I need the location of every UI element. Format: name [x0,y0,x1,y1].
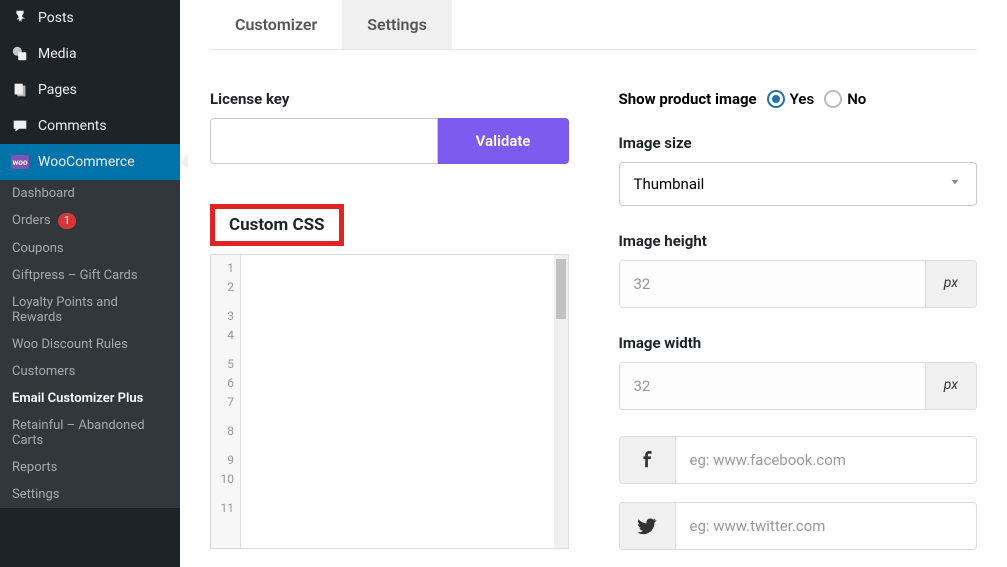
editor-scrollbar[interactable] [554,255,568,548]
radio-yes[interactable]: Yes [767,90,815,108]
tabs: Customizer Settings [210,0,977,50]
image-height-input-wrap: px [619,260,978,308]
tab-settings[interactable]: Settings [342,0,452,49]
image-height-input[interactable] [620,261,925,307]
sidebar-item-pages[interactable]: Pages [0,72,180,108]
radio-unchecked-icon [824,90,842,108]
show-product-image-label: Show product image [619,90,757,108]
image-size-label: Image size [619,134,978,152]
custom-css-highlight: Custom CSS [210,204,344,246]
image-height-label: Image height [619,232,978,250]
sidebar-sub-retainful[interactable]: Retainful – Abandoned Carts [0,412,180,454]
facebook-input-wrap [619,436,978,484]
license-key-label: License key [210,90,569,108]
media-icon [10,44,30,64]
orders-badge: 1 [58,213,76,229]
left-column: License key Validate Custom CSS 1 2 3 4 … [210,90,569,567]
sidebar-sub-orders[interactable]: Orders 1 [0,207,180,235]
comment-icon [10,116,30,136]
editor-content[interactable] [241,255,554,548]
sidebar-sub-coupons[interactable]: Coupons [0,235,180,262]
sidebar-sub-reports[interactable]: Reports [0,454,180,481]
show-product-image-row: Show product image Yes No [619,90,978,108]
tab-customizer[interactable]: Customizer [210,0,342,49]
image-width-input[interactable] [620,363,925,409]
sidebar-sub-settings[interactable]: Settings [0,481,180,508]
sidebar-sub-discount-rules[interactable]: Woo Discount Rules [0,331,180,358]
sidebar-item-media[interactable]: Media [0,36,180,72]
sidebar-sub-giftpress[interactable]: Giftpress – Gift Cards [0,262,180,289]
image-width-input-wrap: px [619,362,978,410]
license-row: Validate [210,118,569,164]
page-icon [10,80,30,100]
sidebar-sub-email-customizer-plus[interactable]: Email Customizer Plus [0,385,180,412]
facebook-input[interactable] [676,437,977,483]
radio-no[interactable]: No [824,90,866,108]
unit-px: px [925,261,976,307]
image-width-block: Image width px [619,334,978,410]
settings-panel: License key Validate Custom CSS 1 2 3 4 … [210,50,977,567]
image-size-select[interactable]: Thumbnail [619,162,978,206]
validate-button[interactable]: Validate [438,118,569,164]
custom-css-label: Custom CSS [229,215,325,235]
sidebar-sub-loyalty[interactable]: Loyalty Points and Rewards [0,289,180,331]
facebook-icon [620,437,676,483]
sidebar-item-woocommerce[interactable]: woo WooCommerce [0,144,180,180]
css-editor[interactable]: 1 2 3 4 5 6 7 8 9 10 11 [210,254,569,549]
license-key-input[interactable] [210,118,438,164]
radio-checked-icon [767,90,785,108]
image-size-value: Thumbnail [634,175,705,193]
twitter-input[interactable] [676,503,977,549]
unit-px: px [925,363,976,409]
image-height-block: Image height px [619,232,978,308]
sidebar-item-posts[interactable]: Posts [0,0,180,36]
twitter-input-wrap [619,502,978,550]
admin-sidebar: Posts Media Pages Comments woo WooCommer… [0,0,180,567]
sidebar-sub-customers[interactable]: Customers [0,358,180,385]
sidebar-sub-dashboard[interactable]: Dashboard [0,180,180,207]
active-arrow-icon [180,154,188,170]
pin-icon [10,8,30,28]
main-content: Customizer Settings License key Validate… [180,0,1007,567]
sidebar-item-comments[interactable]: Comments [0,108,180,144]
image-width-label: Image width [619,334,978,352]
right-column: Show product image Yes No Image size Thu… [619,90,978,567]
editor-gutter: 1 2 3 4 5 6 7 8 9 10 11 [211,255,241,548]
chevron-down-icon [948,175,962,193]
image-size-block: Image size Thumbnail [619,134,978,206]
woocommerce-icon: woo [10,152,30,172]
twitter-icon [620,503,676,549]
